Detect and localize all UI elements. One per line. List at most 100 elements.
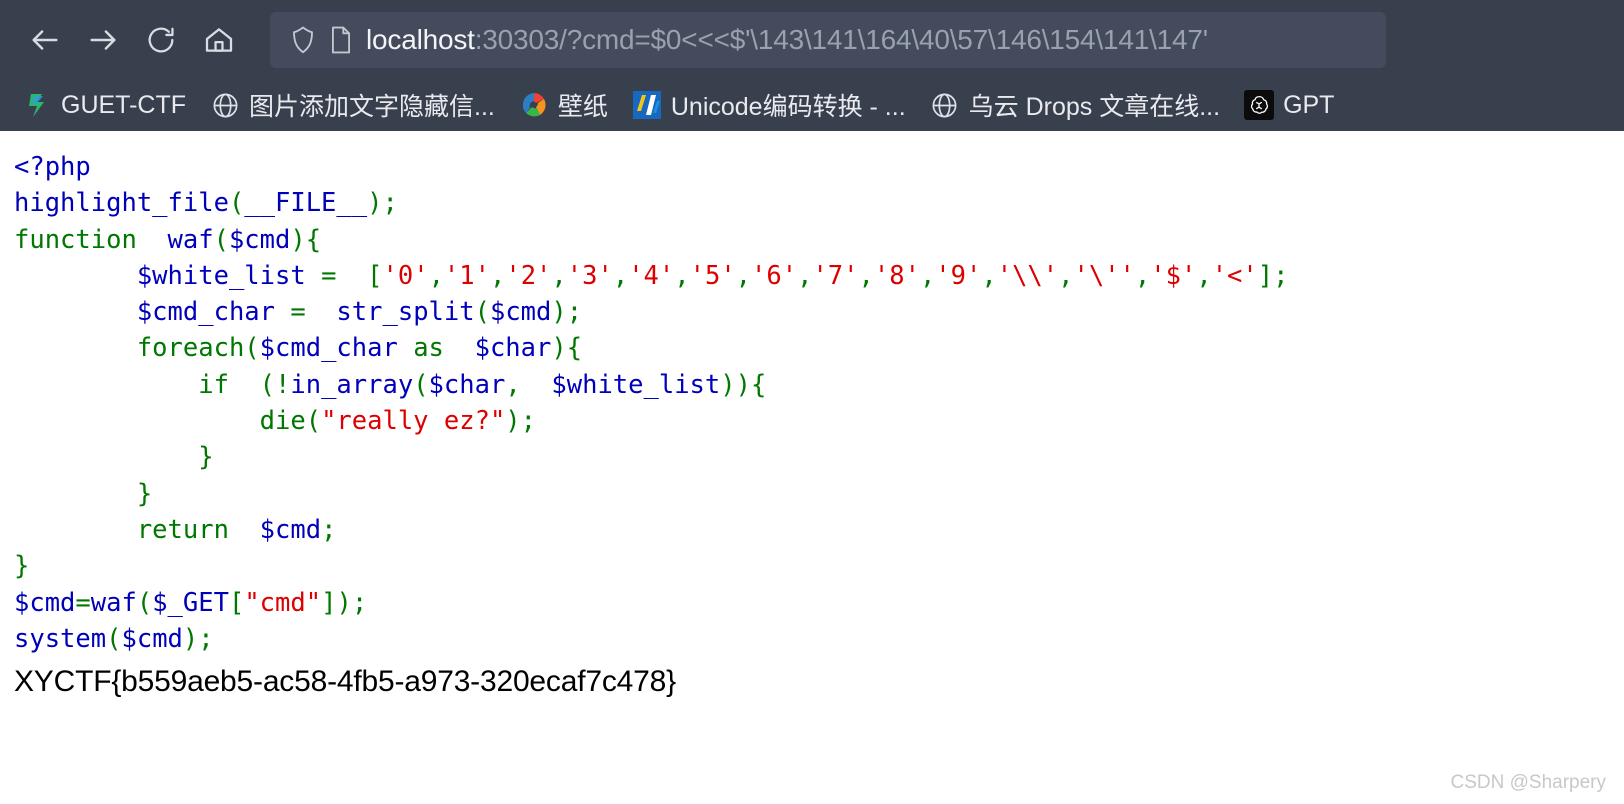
code-line: foreach($cmd_char as $char){ <box>14 330 1610 366</box>
code-token: { <box>750 369 767 400</box>
code-token: , <box>612 260 629 291</box>
bookmark-wuyun-drops[interactable]: 乌云 Drops 文章在线... <box>922 82 1228 128</box>
code-token: "cmd" <box>244 587 322 618</box>
code-token: = <box>321 260 352 291</box>
bookmark-wallpaper[interactable]: 壁纸 <box>511 82 616 128</box>
reload-button[interactable] <box>132 11 190 69</box>
address-bar-text: localhost:30303/?cmd=$0<<<$'\143\141\164… <box>366 24 1208 56</box>
code-token: ; <box>520 406 537 437</box>
bookmark-label: GUET-CTF <box>61 90 186 119</box>
code-token: '2' <box>505 260 552 291</box>
unicode-favicon-icon <box>632 90 662 120</box>
code-token: $cmd <box>489 297 552 328</box>
back-button[interactable] <box>16 11 74 69</box>
code-token: , <box>551 260 567 291</box>
code-token: in_array <box>290 369 414 400</box>
code-token: $cmd_char <box>259 333 414 364</box>
bookmark-gpt[interactable]: GPT <box>1236 85 1342 125</box>
code-token: "really ez?" <box>321 406 506 437</box>
csdn-watermark: CSDN @Sharpery <box>1450 772 1607 793</box>
code-token: , <box>797 260 813 291</box>
page-document-icon <box>322 25 360 55</box>
code-line: system($cmd); <box>14 621 1610 657</box>
code-token: , <box>1134 260 1151 291</box>
browser-chrome: localhost:30303/?cmd=$0<<<$'\143\141\164… <box>0 0 1624 131</box>
code-token: waf <box>90 587 137 618</box>
code-token: ( <box>228 188 245 219</box>
code-token: as <box>413 333 460 364</box>
code-token: } <box>14 551 30 582</box>
code-token: $cmd_char <box>136 297 291 328</box>
bookmark-unicode-converter[interactable]: Unicode编码转换 - ... <box>624 82 914 128</box>
code-token: '\\' <box>996 260 1059 291</box>
back-arrow-icon <box>28 23 62 57</box>
code-token: $cmd <box>14 587 76 618</box>
code-token: $white_list <box>536 369 721 400</box>
code-token: ) <box>182 623 199 654</box>
home-icon <box>203 24 235 56</box>
code-token: , <box>1058 260 1074 291</box>
code-token: , <box>1196 260 1212 291</box>
code-token: str_split <box>321 297 475 328</box>
code-token: , <box>505 369 537 400</box>
code-token: $cmd <box>121 623 183 654</box>
code-line: if (!in_array($char, $white_list)){ <box>14 367 1610 403</box>
code-token: ; <box>351 587 368 618</box>
home-button[interactable] <box>190 11 248 69</box>
code-token: system <box>14 623 107 654</box>
code-token: ( <box>136 587 153 618</box>
code-token: $cmd <box>244 514 322 545</box>
code-token: , <box>858 260 874 291</box>
bookmark-label: Unicode编码转换 - ... <box>670 93 906 121</box>
forward-button[interactable] <box>74 11 132 69</box>
code-token: $_GET <box>152 587 229 618</box>
guet-ctf-favicon-icon <box>22 90 52 120</box>
code-token: ( <box>305 406 322 437</box>
url-host: localhost <box>366 23 475 55</box>
code-token: , <box>735 260 752 291</box>
code-token: '3' <box>566 260 613 291</box>
code-line: $cmd_char = str_split($cmd); <box>14 294 1610 330</box>
code-token: ( <box>106 623 122 654</box>
globe-icon <box>930 90 960 120</box>
code-token: ] <box>1257 260 1274 291</box>
code-token: ) <box>505 406 521 437</box>
code-token: = <box>75 587 91 618</box>
code-token: foreach <box>136 333 245 364</box>
code-token: , <box>919 260 936 291</box>
bookmark-label: GPT <box>1283 90 1335 119</box>
code-token: ) <box>367 188 383 219</box>
code-token: ) <box>551 333 567 364</box>
code-token: (! <box>244 369 291 400</box>
code-token: $char <box>428 369 506 400</box>
code-line: } <box>14 476 1610 512</box>
code-token: { <box>566 333 583 364</box>
code-token: $white_list <box>136 260 322 291</box>
code-token: = <box>290 297 322 328</box>
code-token: ( <box>213 224 229 255</box>
code-token: highlight_file <box>14 188 229 219</box>
code-token: , <box>981 260 997 291</box>
code-token: [ <box>228 587 245 618</box>
code-token: '5' <box>689 260 736 291</box>
code-line: highlight_file(__FILE__); <box>14 185 1610 221</box>
bookmark-image-text-hide[interactable]: 图片添加文字隐藏信... <box>202 82 503 128</box>
shield-icon[interactable] <box>284 25 322 55</box>
code-token: ( <box>413 369 429 400</box>
forward-arrow-icon <box>86 23 120 57</box>
code-token: ; <box>566 297 583 328</box>
code-token: ; <box>1273 260 1289 291</box>
code-token: $char <box>459 333 552 364</box>
code-token: function <box>14 224 153 255</box>
code-token: ; <box>321 514 337 545</box>
bookmark-label: 壁纸 <box>557 93 608 121</box>
code-line: } <box>14 548 1610 584</box>
code-token: '\'' <box>1073 260 1135 291</box>
address-bar[interactable]: localhost:30303/?cmd=$0<<<$'\143\141\164… <box>270 11 1386 68</box>
code-token: die <box>259 406 306 437</box>
bookmark-guet-ctf[interactable]: GUET-CTF <box>14 85 194 125</box>
